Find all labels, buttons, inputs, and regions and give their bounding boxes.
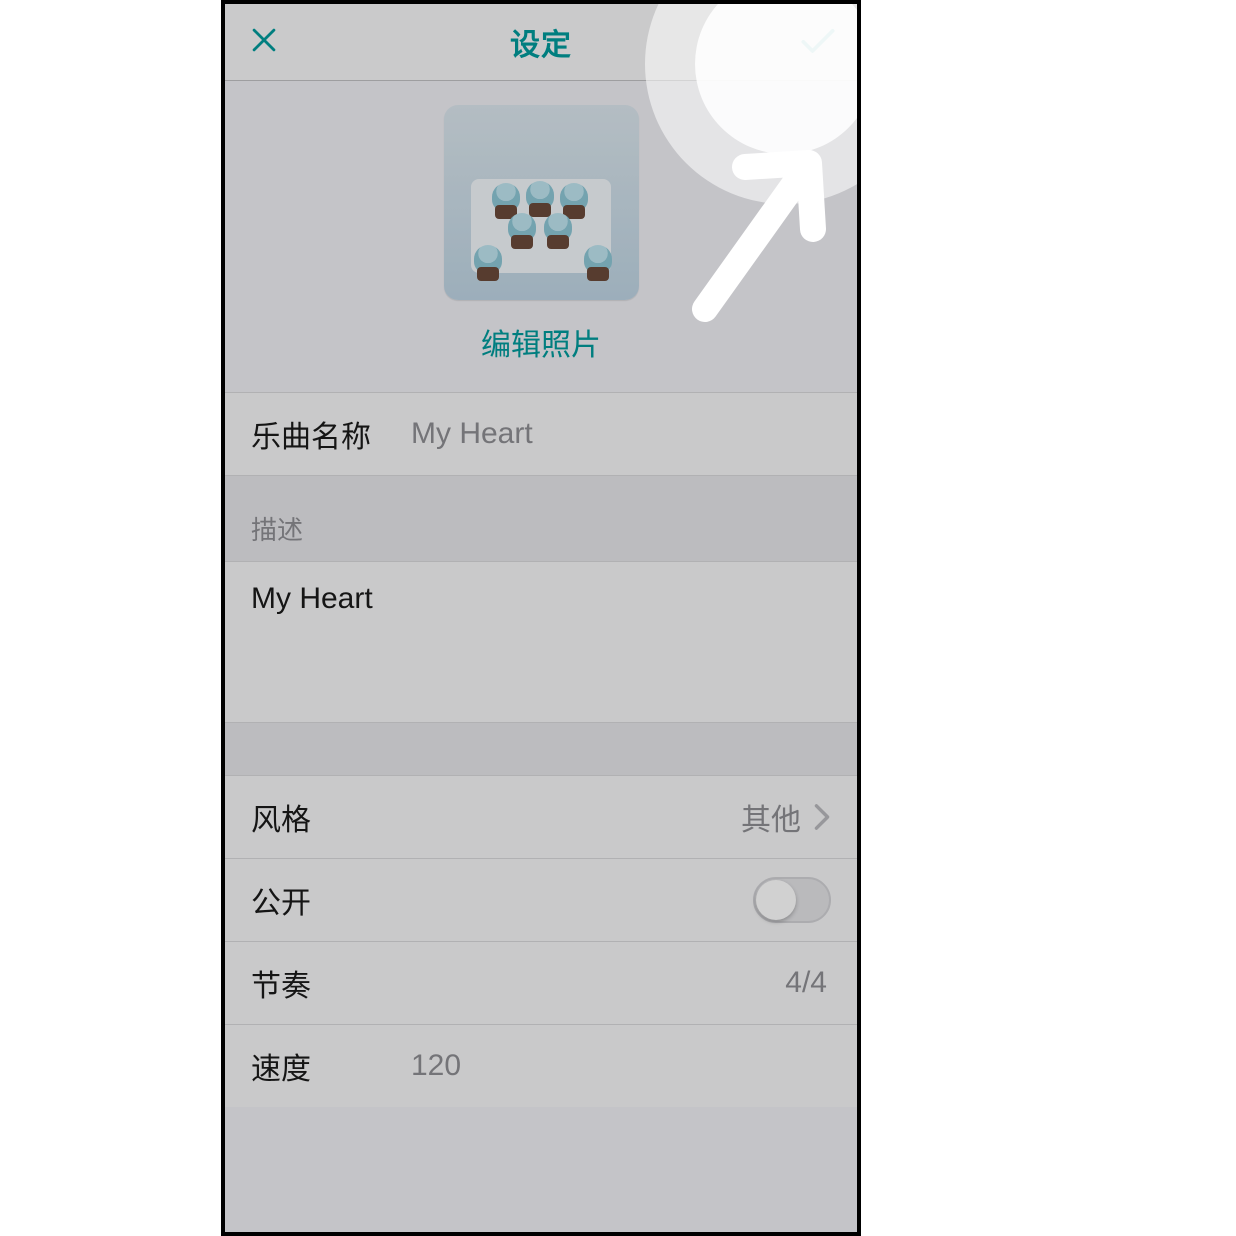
- cover-image[interactable]: [444, 105, 639, 300]
- rhythm-row[interactable]: 节奏 4/4: [225, 942, 857, 1025]
- rhythm-label: 节奏: [251, 961, 411, 1005]
- description-label: 描述: [225, 476, 857, 561]
- app-screen: 设定 编辑照片 乐曲名称: [221, 0, 861, 1236]
- song-name-label: 乐曲名称: [251, 412, 411, 456]
- close-icon: [247, 23, 281, 62]
- description-value: My Heart: [251, 582, 373, 615]
- close-button[interactable]: [229, 4, 299, 80]
- rhythm-value: 4/4: [411, 966, 831, 1000]
- song-name-value: My Heart: [411, 417, 831, 451]
- tempo-row[interactable]: 速度 120: [225, 1025, 857, 1107]
- tempo-value: 120: [411, 1049, 831, 1083]
- page-title: 设定: [510, 20, 572, 64]
- section-gap: [225, 723, 857, 775]
- description-field[interactable]: My Heart: [225, 561, 857, 723]
- navbar: 设定: [225, 4, 857, 81]
- tempo-label: 速度: [251, 1044, 411, 1088]
- public-row: 公开: [225, 859, 857, 942]
- style-label: 风格: [251, 795, 411, 839]
- public-toggle[interactable]: [753, 877, 831, 923]
- check-icon: [796, 18, 840, 67]
- confirm-button[interactable]: [783, 4, 853, 80]
- style-row[interactable]: 风格 其他: [225, 775, 857, 859]
- cover-section: 编辑照片: [225, 81, 857, 392]
- edit-photo-button[interactable]: 编辑照片: [225, 320, 857, 364]
- chevron-right-icon: [813, 803, 831, 831]
- style-value: 其他: [411, 795, 805, 839]
- public-label: 公开: [251, 878, 753, 922]
- toggle-knob: [756, 880, 796, 920]
- song-name-row[interactable]: 乐曲名称 My Heart: [225, 392, 857, 476]
